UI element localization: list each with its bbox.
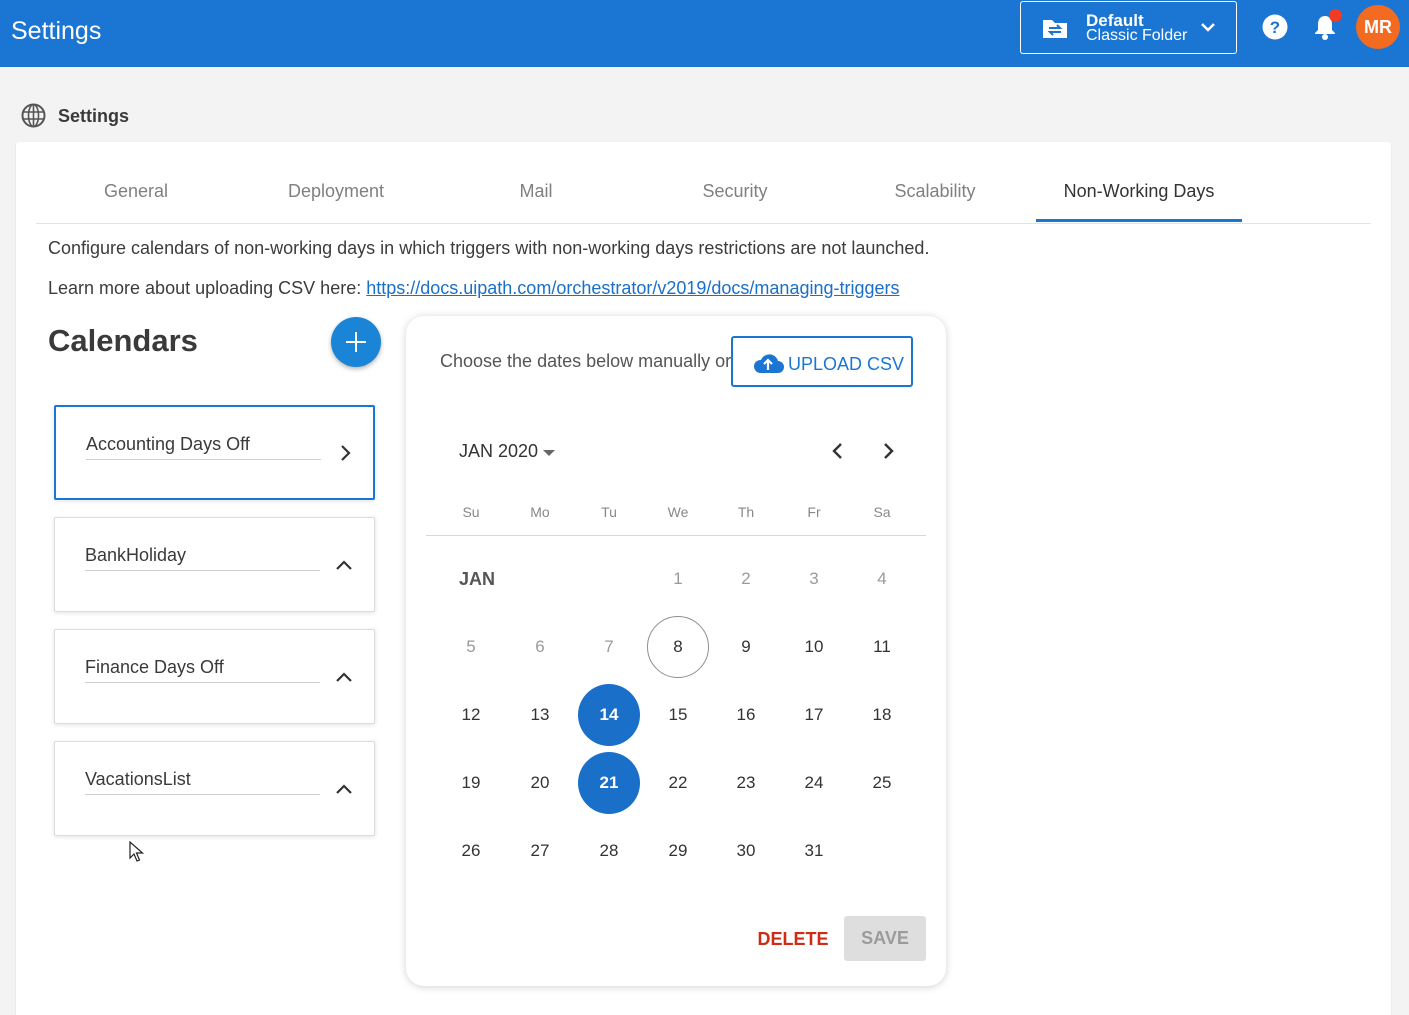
tab-mail[interactable]: Mail <box>476 181 596 202</box>
day-1[interactable]: 1 <box>647 548 709 610</box>
day-18[interactable]: 18 <box>851 684 913 746</box>
save-button[interactable]: SAVE <box>844 916 926 961</box>
caret-down-icon[interactable] <box>542 448 556 458</box>
learn-more-text: Learn more about uploading CSV here: htt… <box>48 278 900 299</box>
chevron-up-icon <box>336 672 352 682</box>
day-28[interactable]: 28 <box>578 820 640 882</box>
month-tag: JAN <box>459 569 496 589</box>
day-6[interactable]: 6 <box>509 616 571 678</box>
chevron-left-icon[interactable] <box>827 440 849 462</box>
day-22[interactable]: 22 <box>647 752 709 814</box>
day-7[interactable]: 7 <box>578 616 640 678</box>
day-15[interactable]: 15 <box>647 684 709 746</box>
calendar-name: Accounting Days Off <box>86 434 321 460</box>
day-12[interactable]: 12 <box>440 684 502 746</box>
chevron-right-icon <box>341 445 351 461</box>
day-8[interactable]: 8 <box>647 616 709 678</box>
chevron-up-icon <box>336 784 352 794</box>
weekday-fr: Fr <box>807 504 821 520</box>
chevron-right-icon[interactable] <box>877 440 899 462</box>
day-10[interactable]: 10 <box>783 616 845 678</box>
day-19[interactable]: 19 <box>440 752 502 814</box>
day-11[interactable]: 11 <box>851 616 913 678</box>
tab-general[interactable]: General <box>76 181 196 202</box>
day-14[interactable]: 14 <box>578 684 640 746</box>
day-20[interactable]: 20 <box>509 752 571 814</box>
notification-badge <box>1329 9 1342 22</box>
day-13[interactable]: 13 <box>509 684 571 746</box>
day-16[interactable]: 16 <box>715 684 777 746</box>
day-3[interactable]: 3 <box>783 548 845 610</box>
breadcrumb: Settings <box>58 106 130 126</box>
help-icon[interactable]: ? <box>1262 14 1288 40</box>
delete-button[interactable]: DELETE <box>752 918 834 960</box>
weekday-th: Th <box>737 504 755 520</box>
choose-dates-text: Choose the dates below manually or <box>440 351 732 371</box>
day-23[interactable]: 23 <box>715 752 777 814</box>
calendar-name: Finance Days Off <box>85 657 320 683</box>
chevron-up-icon <box>336 560 352 570</box>
calendar-name: VacationsList <box>85 769 320 795</box>
description-text: Configure calendars of non-working days … <box>48 238 930 258</box>
day-9[interactable]: 9 <box>715 616 777 678</box>
tab-deployment[interactable]: Deployment <box>276 181 396 202</box>
weekday-tu: Tu <box>601 504 617 520</box>
app-title: Settings <box>11 17 102 45</box>
docs-link[interactable]: https://docs.uipath.com/orchestrator/v20… <box>366 278 899 298</box>
learn-more-prefix: Learn more about uploading CSV here: <box>48 278 367 298</box>
tab-non-working-days[interactable]: Non-Working Days <box>1036 181 1242 202</box>
svg-text:?: ? <box>1270 18 1280 37</box>
day-5[interactable]: 5 <box>440 616 502 678</box>
day-31[interactable]: 31 <box>783 820 845 882</box>
day-24[interactable]: 24 <box>783 752 845 814</box>
globe-icon <box>21 103 46 128</box>
day-4[interactable]: 4 <box>851 548 913 610</box>
tab-security[interactable]: Security <box>675 181 795 202</box>
active-tab-indicator <box>1036 219 1242 222</box>
day-21[interactable]: 21 <box>578 752 640 814</box>
day-27[interactable]: 27 <box>509 820 571 882</box>
cloud-upload-icon <box>753 354 784 373</box>
weekday-sa: Sa <box>873 504 891 520</box>
calendar-item-vacationslist[interactable]: VacationsList <box>54 741 375 836</box>
avatar[interactable]: MR <box>1356 5 1400 49</box>
weekday-su: Su <box>462 504 480 520</box>
folder-type: Classic Folder <box>1086 27 1188 44</box>
day-25[interactable]: 25 <box>851 752 913 814</box>
weekday-we: We <box>667 504 689 520</box>
calendar-item-bankholiday[interactable]: BankHoliday <box>54 517 375 612</box>
chevron-down-icon <box>1201 23 1215 32</box>
tab-bar: General Deployment Mail Security Scalabi… <box>36 164 1371 224</box>
folder-swap-icon <box>1043 20 1067 38</box>
calendar-item-finance-days-off[interactable]: Finance Days Off <box>54 629 375 724</box>
calendar-name: BankHoliday <box>85 545 320 571</box>
tab-scalability[interactable]: Scalability <box>875 181 995 202</box>
add-calendar-button[interactable] <box>331 317 381 367</box>
calendars-heading: Calendars <box>48 323 198 358</box>
month-selector[interactable]: JAN 2020 <box>459 441 538 462</box>
day-30[interactable]: 30 <box>715 820 777 882</box>
calendar-item-accounting-days-off[interactable]: Accounting Days Off <box>54 405 375 500</box>
upload-csv-button[interactable]: UPLOAD CSV <box>731 336 913 387</box>
day-26[interactable]: 26 <box>440 820 502 882</box>
folder-selector[interactable]: Default Classic Folder <box>1020 1 1237 54</box>
day-29[interactable]: 29 <box>647 820 709 882</box>
weekday-divider <box>426 535 926 536</box>
day-17[interactable]: 17 <box>783 684 845 746</box>
weekday-mo: Mo <box>530 504 550 520</box>
day-2[interactable]: 2 <box>715 548 777 610</box>
mouse-cursor-icon <box>129 841 145 862</box>
upload-csv-label: UPLOAD CSV <box>788 354 905 374</box>
